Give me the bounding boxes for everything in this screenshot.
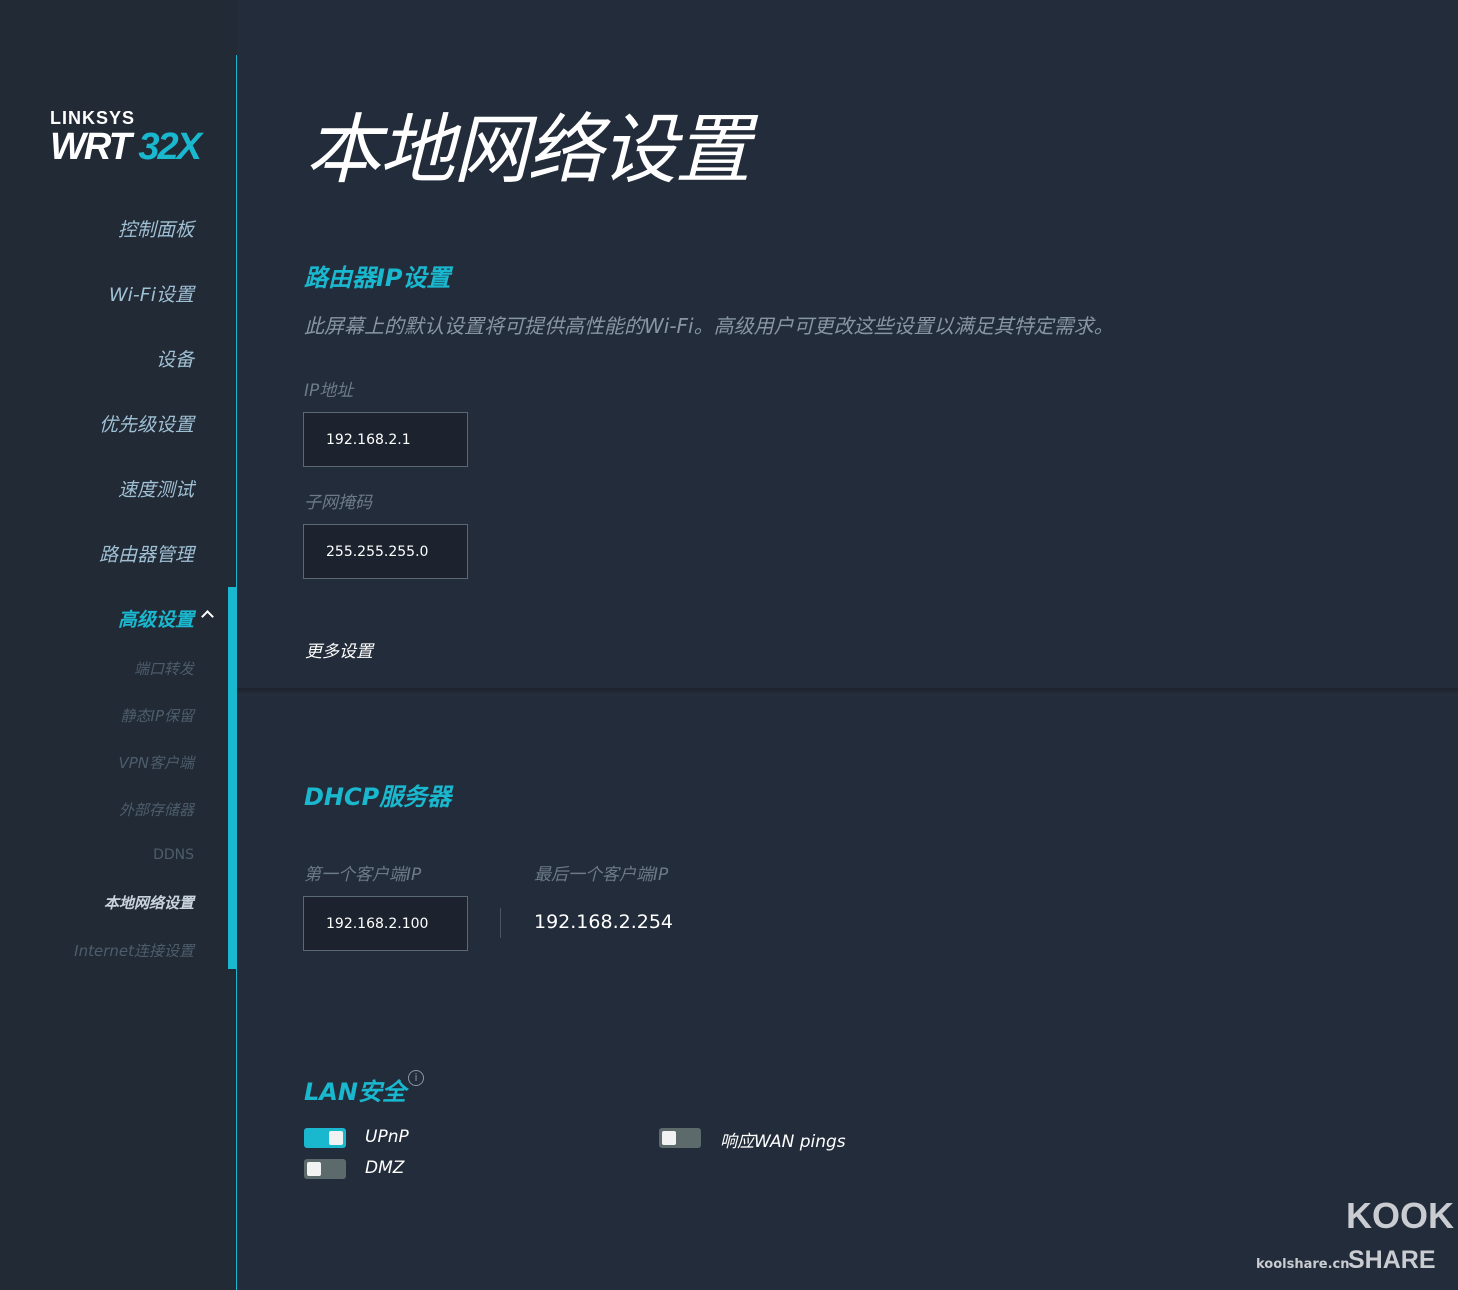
ip-label: IP地址 — [304, 376, 353, 401]
router-ip-description: 此屏幕上的默认设置将可提供高性能的Wi-Fi。高级用户可更改这些设置以满足其特定… — [304, 310, 1114, 339]
model-a: WRT — [50, 126, 130, 168]
dmz-toggle[interactable] — [304, 1159, 346, 1179]
router-ip-heading: 路由器IP设置 — [304, 258, 451, 293]
more-settings-link[interactable]: 更多设置 — [305, 637, 373, 662]
dmz-label: DMZ — [365, 1158, 404, 1178]
dhcp-heading: DHCP服务器 — [304, 777, 451, 812]
last-client-ip: 192.168.2.254 — [534, 911, 673, 933]
sidebar-divider — [236, 55, 237, 1290]
active-indicator — [228, 587, 236, 969]
sidebar: LINKSYS WRT 32X 控制面板 Wi-Fi设置 设备 优先级设置 速度… — [0, 0, 237, 1290]
lan-security-heading: LAN安全 — [304, 1072, 406, 1107]
nav-speedtest[interactable]: 速度测试 — [118, 475, 194, 502]
wan-ping-label: 响应WAN pings — [720, 1127, 846, 1152]
info-icon[interactable]: i — [408, 1070, 424, 1086]
first-client-ip-input[interactable]: 192.168.2.100 — [303, 896, 468, 951]
nav-priority[interactable]: 优先级设置 — [99, 410, 194, 437]
watermark-site: koolshare.cn — [1256, 1257, 1350, 1272]
wan-ping-toggle[interactable] — [659, 1128, 701, 1148]
subnet-label: 子网掩码 — [304, 488, 372, 513]
linksys-logo: LINKSYS WRT 32X — [50, 108, 200, 165]
nav-wifi[interactable]: Wi-Fi设置 — [109, 280, 194, 307]
nav-vpn-client[interactable]: VPN客户端 — [118, 752, 194, 773]
upnp-toggle[interactable] — [304, 1128, 346, 1148]
model-b: 32X — [138, 126, 200, 168]
first-client-label: 第一个客户端IP — [304, 860, 421, 885]
nav-router-admin[interactable]: 路由器管理 — [99, 540, 194, 567]
nav-devices[interactable]: 设备 — [156, 345, 194, 372]
model-name: WRT 32X — [50, 129, 200, 165]
nav-dashboard[interactable]: 控制面板 — [118, 215, 194, 242]
subnet-mask-input[interactable]: 255.255.255.0 — [303, 524, 468, 579]
nav-local-network[interactable]: 本地网络设置 — [104, 892, 194, 913]
last-client-label: 最后一个客户端IP — [534, 860, 668, 885]
ip-address-input[interactable]: 192.168.2.1 — [303, 412, 468, 467]
watermark-logo-bottom: SHARE — [1348, 1246, 1436, 1275]
nav-advanced[interactable]: 高级设置 — [118, 605, 194, 632]
section-divider — [237, 688, 1458, 696]
range-separator — [500, 908, 501, 938]
nav-internet-connection[interactable]: Internet连接设置 — [74, 940, 194, 961]
chevron-up-icon[interactable] — [201, 610, 214, 623]
watermark-logo-top: KOOK — [1346, 1195, 1454, 1237]
upnp-label: UPnP — [365, 1127, 409, 1147]
page-title: 本地网络设置 — [305, 88, 749, 198]
nav-ddns[interactable]: DDNS — [153, 847, 194, 863]
nav-static-ip[interactable]: 静态IP保留 — [121, 705, 194, 726]
nav-external-storage[interactable]: 外部存储器 — [119, 799, 194, 820]
nav-port-forwarding[interactable]: 端口转发 — [134, 658, 194, 679]
